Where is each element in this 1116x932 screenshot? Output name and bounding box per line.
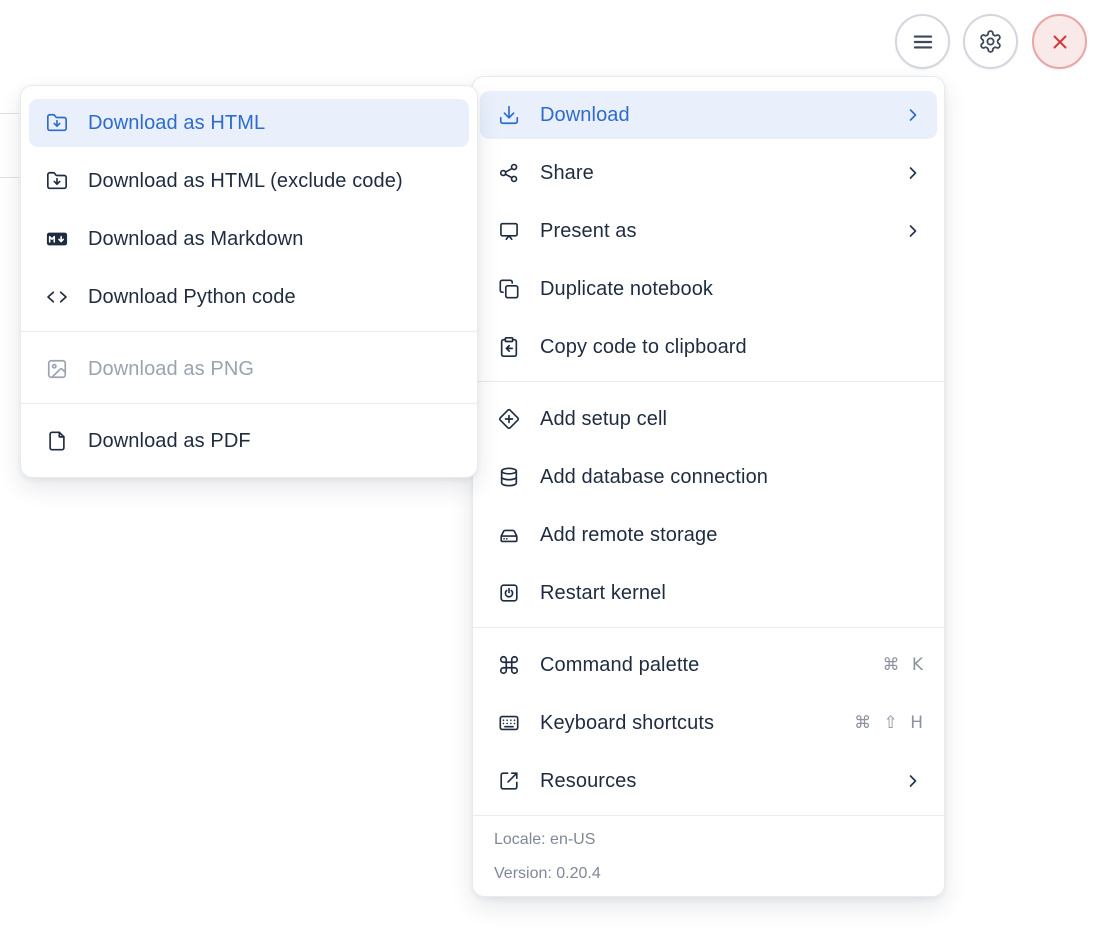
submenu-item-label: Download as Markdown [88,228,303,251]
menu-item-present-as[interactable]: Present as [480,207,937,255]
file-icon [46,430,68,452]
notebook-menu-button[interactable] [895,14,950,69]
close-button[interactable] [1032,14,1087,69]
menu-item-label: Add database connection [540,466,768,489]
menu-item-label: Restart kernel [540,582,666,605]
submenu-item-download-as-html[interactable]: Download as HTML [29,99,469,147]
menu-item-download[interactable]: Download [480,91,937,139]
hard-drive-icon [498,524,520,546]
menu-divider [473,627,944,628]
submenu-item-download-as-markdown[interactable]: Download as Markdown [29,215,469,263]
download-submenu-popover: Download as HTML Download as HTML (exclu… [20,85,478,478]
submenu-item-label: Download as HTML [88,112,265,135]
menu-item-label: Command palette [540,654,699,677]
menu-item-duplicate-notebook[interactable]: Duplicate notebook [480,265,937,313]
menu-item-resources[interactable]: Resources [480,757,937,805]
submenu-item-label: Download as PNG [88,358,254,381]
chevron-right-icon [903,771,923,791]
underlay-cell-border [0,113,19,114]
share-icon [498,162,520,184]
menu-divider [473,381,944,382]
menu-item-label: Present as [540,220,637,243]
shortcut-hint: ⌘ ⇧ H [854,713,923,733]
submenu-item-label: Download Python code [88,286,296,309]
submenu-item-download-as-html-exclude-code[interactable]: Download as HTML (exclude code) [29,157,469,205]
menu-item-command-palette[interactable]: Command palette ⌘ K [480,641,937,689]
submenu-item-download-as-pdf[interactable]: Download as PDF [29,417,469,465]
markdown-icon [46,228,68,250]
menu-item-label: Resources [540,770,637,793]
submenu-divider [21,403,477,404]
submenu-item-label: Download as PDF [88,430,251,453]
command-icon [498,654,520,676]
notebook-menu-popover: Download Share Present as Duplicate note… [472,76,945,897]
menu-item-add-remote-storage[interactable]: Add remote storage [480,511,937,559]
submenu-item-label: Download as HTML (exclude code) [88,170,403,193]
image-icon [46,358,68,380]
underlay-cell-border [0,177,19,178]
download-icon [498,104,520,126]
presentation-icon [498,220,520,242]
keyboard-icon [498,712,520,734]
database-icon [498,466,520,488]
shortcut-hint: ⌘ K [882,655,923,675]
settings-button[interactable] [963,14,1018,69]
chevron-right-icon [903,105,923,125]
chevron-right-icon [903,221,923,241]
external-link-icon [498,770,520,792]
menu-item-share[interactable]: Share [480,149,937,197]
submenu-item-download-as-png: Download as PNG [29,345,469,393]
duplicate-icon [498,278,520,300]
clipboard-copy-icon [498,336,520,358]
locale-text: Locale: en-US [494,823,923,857]
gear-icon [978,29,1003,54]
menu-item-label: Copy code to clipboard [540,336,747,359]
menu-item-label: Keyboard shortcuts [540,712,714,735]
menu-item-keyboard-shortcuts[interactable]: Keyboard shortcuts ⌘ ⇧ H [480,699,937,747]
menu-item-restart-kernel[interactable]: Restart kernel [480,569,937,617]
menu-footer: Locale: en-US Version: 0.20.4 [473,815,944,898]
hamburger-icon [910,29,936,55]
folder-down-icon [46,170,68,192]
folder-down-icon [46,112,68,134]
menu-item-label: Download [540,104,630,127]
menu-item-copy-code[interactable]: Copy code to clipboard [480,323,937,371]
menu-item-add-setup-cell[interactable]: Add setup cell [480,395,937,443]
submenu-item-download-python-code[interactable]: Download Python code [29,273,469,321]
menu-item-label: Share [540,162,594,185]
menu-item-label: Duplicate notebook [540,278,713,301]
menu-item-label: Add setup cell [540,408,667,431]
close-icon [1048,30,1072,54]
power-icon [498,582,520,604]
version-text: Version: 0.20.4 [494,857,923,891]
diamond-plus-icon [498,408,520,430]
menu-item-label: Add remote storage [540,524,717,547]
chevron-right-icon [903,163,923,183]
submenu-divider [21,331,477,332]
code-icon [46,286,68,308]
menu-item-add-database-connection[interactable]: Add database connection [480,453,937,501]
